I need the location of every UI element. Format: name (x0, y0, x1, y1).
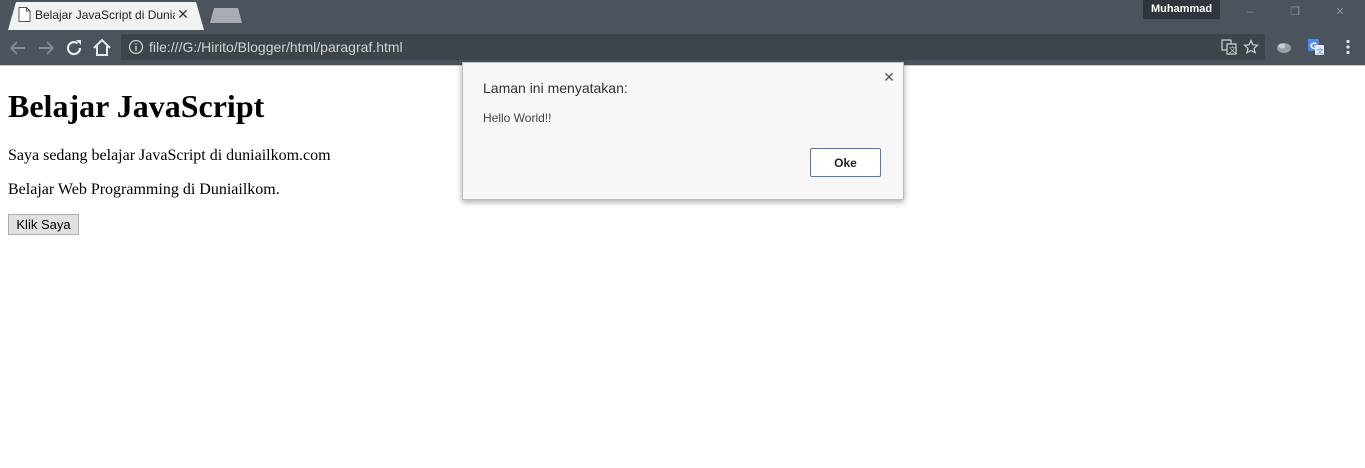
alert-message: Hello World!! (483, 111, 552, 125)
info-icon[interactable] (128, 39, 144, 55)
new-tab-button[interactable] (210, 8, 242, 23)
klik-saya-button[interactable]: Klik Saya (8, 214, 79, 235)
document-icon (18, 7, 31, 22)
alert-ok-button[interactable]: Oke (810, 148, 881, 177)
translate-icon[interactable]: 文 (1221, 39, 1237, 55)
google-translate-icon[interactable]: G 文 (1307, 38, 1325, 56)
alert-title: Laman ini menyatakan: (483, 80, 628, 96)
paragraph-2: Belajar Web Programming di Duniailkom. (8, 181, 280, 198)
reload-icon[interactable] (62, 36, 86, 60)
kebab-menu-icon[interactable] (1339, 38, 1357, 56)
alert-close-icon[interactable]: ✕ (881, 69, 897, 85)
address-url[interactable]: file:///G:/Hirito/Blogger/html/paragraf.… (149, 39, 403, 55)
alert-dialog: Laman ini menyatakan: ✕ Hello World!! Ok… (462, 62, 904, 200)
browser-title-bar: Belajar JavaScript di Dunia ✕ Muhammad –… (0, 0, 1365, 30)
profile-button[interactable]: Muhammad (1143, 0, 1220, 19)
tab-title: Belajar JavaScript di Dunia (35, 8, 175, 22)
minimize-button[interactable]: – (1235, 3, 1265, 21)
window-close-button[interactable]: ✕ (1325, 3, 1355, 21)
paragraph-1: Saya sedang belajar JavaScript di duniai… (8, 147, 331, 164)
extension-icon[interactable] (1275, 38, 1293, 56)
star-icon[interactable] (1243, 39, 1259, 55)
home-icon[interactable] (90, 36, 114, 60)
tab-close-icon[interactable]: ✕ (176, 6, 190, 22)
svg-text:文: 文 (1229, 45, 1236, 54)
page-heading: Belajar JavaScript (8, 88, 265, 124)
back-arrow-icon[interactable] (6, 36, 30, 60)
restore-button[interactable]: ❐ (1280, 3, 1310, 21)
forward-arrow-icon[interactable] (34, 36, 58, 60)
svg-text:文: 文 (1317, 47, 1324, 56)
